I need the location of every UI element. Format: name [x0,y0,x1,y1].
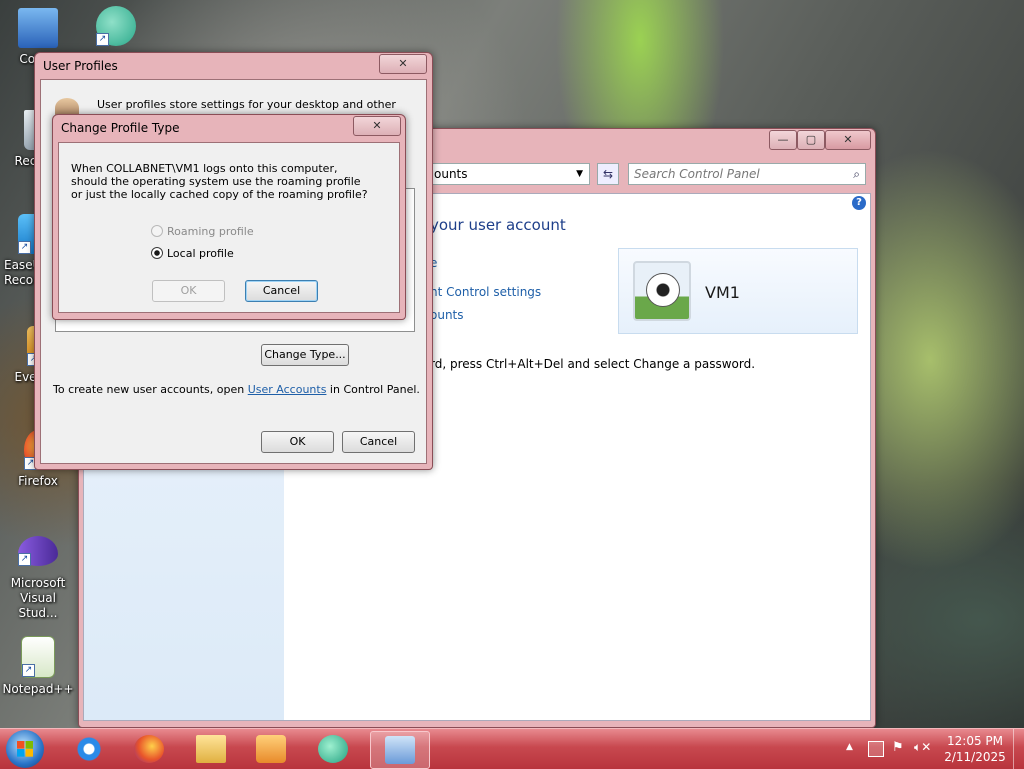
avatar [633,261,691,321]
ok-button[interactable]: OK [261,431,334,453]
shortcut-arrow-icon: ↗ [96,33,109,46]
taskbar-file-explorer[interactable] [184,731,240,767]
dialog-title: User Profiles [43,59,118,73]
password-hint: rd, press Ctrl+Alt+Del and select Change… [430,357,756,371]
shortcut-arrow-icon: ↗ [18,553,31,566]
refresh-button[interactable]: ⇆ [597,163,619,185]
windows-start-icon [17,741,33,757]
taskbar-internet-explorer[interactable] [62,731,118,767]
clock-time: 12:05 PM [947,734,1003,748]
taskbar-media-player[interactable] [244,731,300,767]
show-hidden-icons-button[interactable]: ▲ [846,742,853,752]
radio-button-selected[interactable] [151,247,163,259]
volume-muted-icon[interactable]: 🔈︎✕ [914,740,931,755]
change-type-button[interactable]: Change Type... [261,344,349,366]
taskbar: ▲ ⚑ 🔈︎✕ 12:05 PM 2/11/2025 [0,728,1024,769]
shortcut-arrow-icon: ↗ [18,241,31,254]
minimize-button[interactable]: — [769,130,797,150]
maximize-button[interactable]: ▢ [797,130,825,150]
network-icon[interactable] [868,741,884,757]
app-bubble-icon [318,735,348,763]
chat-bubble-icon: ↗ [96,6,136,46]
desktop: Con ↗ Recy ↗ EaseU Reco ↗ Ever ↗ Firefox… [0,0,1024,728]
file-explorer-icon [196,735,226,763]
computer-icon [18,8,58,48]
visual-studio-icon: ↗ [18,536,58,566]
user-accounts-link[interactable]: User Accounts [248,383,327,396]
close-button[interactable]: ✕ [353,116,401,136]
address-bar[interactable]: ounts ▼ [413,163,590,185]
taskbar-control-panel[interactable] [370,731,430,769]
description: User profiles store settings for your de… [97,98,396,111]
user-name: VM1 [705,283,740,302]
show-desktop-button[interactable] [1013,729,1024,769]
clock[interactable]: 12:05 PM 2/11/2025 [940,733,1010,765]
soccer-ball-icon [646,273,680,307]
user-tile: VM1 [618,248,858,334]
start-button[interactable] [6,730,44,768]
page-heading: your user account [430,216,566,234]
media-player-icon [256,735,286,763]
close-button[interactable]: ✕ [379,54,427,74]
link-manage-accounts[interactable]: ounts [430,308,464,322]
ok-button: OK [152,280,225,302]
cancel-button[interactable]: Cancel [342,431,415,453]
cancel-button[interactable]: Cancel [245,280,318,302]
change-profile-type-dialog: Change Profile Type ✕ When COLLABNET\VM1… [52,114,406,320]
search-input[interactable]: Search Control Panel ⌕ [628,163,866,185]
desktop-icon-app[interactable]: ↗ [78,6,154,50]
desktop-icon-visual-studio[interactable]: ↗ Microsoft Visual Stud... [0,536,76,621]
dialog-title: Change Profile Type [61,121,180,135]
notepad-plus-plus-icon: ↗ [21,636,55,678]
refresh-icon: ⇆ [602,167,614,181]
radio-button [151,225,163,237]
local-profile-option[interactable]: Local profile [151,247,234,260]
shortcut-arrow-icon: ↗ [22,664,35,677]
close-button[interactable]: ✕ [825,130,871,150]
clock-date: 2/11/2025 [944,750,1006,764]
chevron-down-icon[interactable]: ▼ [576,164,583,184]
desktop-icon-notepad[interactable]: ↗ Notepad++ [0,636,76,697]
taskbar-app-bubble[interactable] [306,731,362,767]
firefox-icon [134,735,164,763]
internet-explorer-icon [74,735,104,763]
control-panel-icon [385,736,415,764]
create-accounts-text: To create new user accounts, open User A… [53,383,420,396]
search-icon: ⌕ [853,167,860,181]
link-uac-settings[interactable]: nt Control settings [430,285,541,299]
taskbar-firefox[interactable] [122,731,178,767]
dialog-body: When COLLABNET\VM1 logs onto this comput… [58,142,400,313]
message: When COLLABNET\VM1 logs onto this comput… [71,162,368,201]
system-tray: ▲ ⚑ 🔈︎✕ 12:05 PM 2/11/2025 [840,729,1024,769]
help-icon[interactable]: ? [852,196,866,210]
roaming-profile-option: Roaming profile [151,225,254,238]
flag-icon[interactable]: ⚑ [892,740,904,755]
